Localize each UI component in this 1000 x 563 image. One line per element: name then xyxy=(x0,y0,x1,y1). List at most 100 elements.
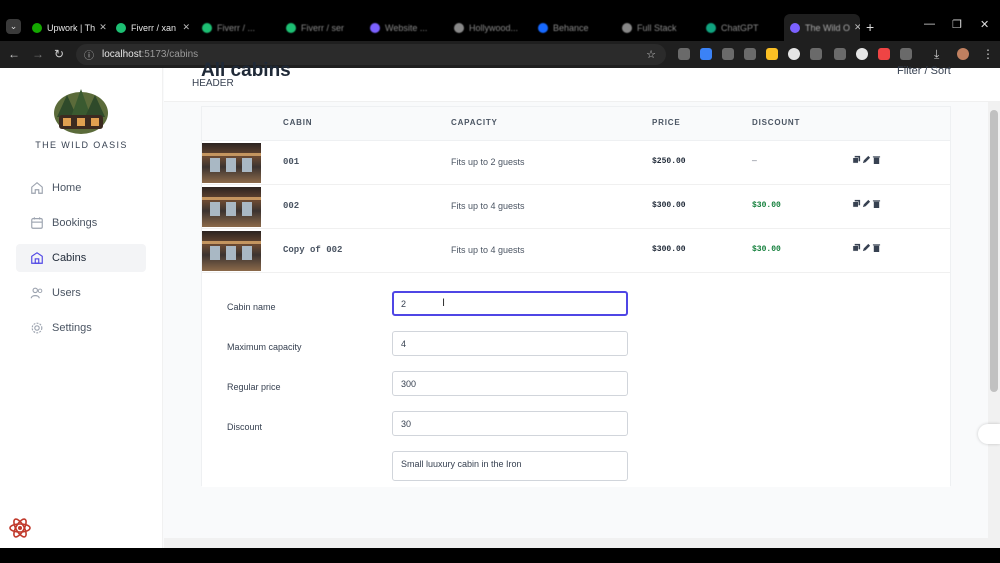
cabin-name: 002 xyxy=(283,201,300,211)
column-header-cabin: CABIN xyxy=(283,118,313,127)
sidebar-item-bookings[interactable]: Bookings xyxy=(16,209,146,237)
github-favicon-icon xyxy=(454,22,464,33)
wild-oasis-logo-icon xyxy=(54,89,108,134)
website-favicon-icon xyxy=(370,22,380,33)
extension-icon[interactable] xyxy=(878,48,890,60)
profile-avatar[interactable] xyxy=(957,48,969,60)
browser-menu-icon[interactable]: ⋮ xyxy=(982,47,994,61)
cabin-name-input[interactable]: 2 xyxy=(392,291,628,316)
extension-icon[interactable] xyxy=(856,48,868,60)
extension-icon[interactable] xyxy=(722,48,734,60)
filter-sort-label[interactable]: Filter / Sort xyxy=(897,65,951,77)
duplicate-button[interactable] xyxy=(852,155,861,164)
forward-icon[interactable]: → xyxy=(32,47,44,61)
extension-icon[interactable] xyxy=(810,48,822,60)
side-widget-icon[interactable] xyxy=(978,424,1000,444)
description-textarea[interactable]: Small luuxury cabin in the Iron xyxy=(392,451,628,481)
bookmark-star-icon[interactable]: ☆ xyxy=(646,48,656,61)
settings-icon xyxy=(31,322,43,334)
cabin-image xyxy=(202,231,261,271)
extensions-puzzle-icon[interactable] xyxy=(900,48,912,60)
tab-label: Fiverr / ser xyxy=(301,22,345,33)
browser-tab[interactable]: ChatGPT xyxy=(700,14,784,41)
cabin-discount: — xyxy=(752,157,757,166)
sidebar-item-settings[interactable]: Settings xyxy=(16,314,146,342)
browser-tab-active[interactable]: The Wild O ✕ xyxy=(784,14,860,41)
browser-toolbar: ← → ↻ ⓘ localhost :5173/cabins ☆ ⤓ ⋮ xyxy=(0,41,1000,68)
fiverr-favicon-icon xyxy=(286,22,296,33)
site-info-icon[interactable]: ⓘ xyxy=(84,47,94,62)
regular-price-input[interactable]: 300 xyxy=(392,371,628,396)
horizontal-scrollbar[interactable] xyxy=(164,538,1000,548)
table-header: CABIN CAPACITY PRICE DISCOUNT xyxy=(202,107,950,141)
duplicate-button[interactable] xyxy=(852,243,861,252)
extension-icon[interactable] xyxy=(766,48,778,60)
delete-button[interactable] xyxy=(872,199,881,208)
extension-icon[interactable] xyxy=(834,48,846,60)
browser-tab[interactable]: Fiverr / ... xyxy=(196,14,280,41)
tab-label: The Wild O xyxy=(805,22,851,33)
restore-icon[interactable]: ❐ xyxy=(952,18,962,31)
cabin-image xyxy=(202,187,261,227)
browser-tab[interactable]: Upwork | Th ✕ xyxy=(26,14,112,41)
cabin-price: $300.00 xyxy=(652,201,686,210)
screen: ⌄ Upwork | Th ✕ Fiverr / xan ✕ Fiverr / … xyxy=(0,0,1000,563)
sidebar-item-cabins[interactable]: Cabins xyxy=(16,244,146,272)
copy-icon xyxy=(852,155,861,164)
tab-label: Full Stack xyxy=(637,22,677,33)
copy-icon xyxy=(852,243,861,252)
cabin-name: 001 xyxy=(283,157,300,167)
minimize-icon[interactable]: — xyxy=(924,18,935,30)
delete-button[interactable] xyxy=(872,243,881,252)
duplicate-button[interactable] xyxy=(852,199,861,208)
pencil-icon xyxy=(862,155,871,164)
translate-icon[interactable] xyxy=(700,48,712,60)
edit-button[interactable] xyxy=(862,243,871,252)
max-capacity-input[interactable]: 4 xyxy=(392,331,628,356)
edit-cabin-form: Cabin name 2 I Maximum capacity 4 Regula… xyxy=(202,275,950,487)
discount-input[interactable]: 30 xyxy=(392,411,628,436)
sidebar-item-label: Cabins xyxy=(52,252,87,264)
address-bar[interactable]: ⓘ localhost :5173/cabins ☆ xyxy=(76,44,666,65)
sidebar-item-users[interactable]: Users xyxy=(16,279,146,307)
form-row: Cabin name 2 I xyxy=(202,289,950,329)
column-header-price: PRICE xyxy=(652,118,681,127)
react-devtools-icon[interactable] xyxy=(8,516,32,540)
extension-icon[interactable] xyxy=(678,48,690,60)
download-icon[interactable]: ⤓ xyxy=(934,47,939,62)
browser-tab[interactable]: Full Stack xyxy=(616,14,700,41)
browser-tab[interactable]: Hollywood... xyxy=(448,14,532,41)
close-window-icon[interactable]: ✕ xyxy=(980,18,989,31)
back-icon[interactable]: ← xyxy=(8,47,20,61)
sidebar-item-home[interactable]: Home xyxy=(16,174,146,202)
tab-label: ChatGPT xyxy=(721,22,759,33)
browser-tab[interactable]: Fiverr / xan ✕ xyxy=(110,14,196,41)
new-tab-icon[interactable]: + xyxy=(866,19,874,35)
behance-favicon-icon xyxy=(538,22,548,33)
extension-icon[interactable] xyxy=(788,48,800,60)
close-icon[interactable]: ✕ xyxy=(95,22,107,33)
browser-tab[interactable]: Fiverr / ser xyxy=(280,14,364,41)
tab-search-icon[interactable]: ⌄ xyxy=(6,19,21,34)
reload-icon[interactable]: ↻ xyxy=(54,47,64,61)
browser-tab[interactable]: Behance xyxy=(532,14,616,41)
close-icon[interactable]: ✕ xyxy=(850,22,860,33)
cabin-capacity: Fits up to 4 guests xyxy=(451,201,525,211)
delete-button[interactable] xyxy=(872,155,881,164)
url-host: localhost xyxy=(102,49,142,60)
table-row: 001 Fits up to 2 guests $250.00 — xyxy=(202,141,950,185)
cabin-discount: $30.00 xyxy=(752,245,781,254)
scrollbar-thumb[interactable] xyxy=(990,110,998,392)
tab-label: Website ... xyxy=(385,22,428,33)
browser-tab-bar: ⌄ Upwork | Th ✕ Fiverr / xan ✕ Fiverr / … xyxy=(0,14,1000,41)
users-icon xyxy=(30,287,43,299)
fiverr-favicon-icon xyxy=(202,22,212,33)
extension-icon[interactable] xyxy=(744,48,756,60)
edit-button[interactable] xyxy=(862,155,871,164)
sidebar-item-label: Settings xyxy=(52,322,92,334)
browser-tab[interactable]: Website ... xyxy=(364,14,448,41)
close-icon[interactable]: ✕ xyxy=(178,22,190,33)
vertical-scrollbar[interactable] xyxy=(988,102,1000,538)
trash-icon xyxy=(872,200,881,208)
edit-button[interactable] xyxy=(862,199,871,208)
